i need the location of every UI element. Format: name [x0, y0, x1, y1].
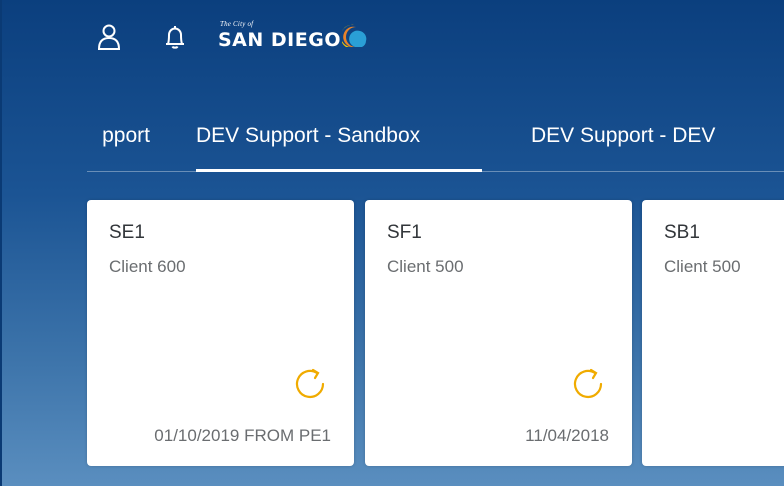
tile-se1[interactable]: SE1 Client 600 01/10/2019 FROM PE1: [87, 200, 354, 466]
tab-dev-support[interactable]: pport: [0, 114, 150, 172]
selected-tab-indicator: [196, 169, 482, 172]
tile-subtitle: Client 500: [387, 257, 464, 276]
tile-title: SB1: [664, 222, 700, 243]
tab-dev-support-sandbox[interactable]: DEV Support - Sandbox: [196, 114, 420, 172]
refresh-icon: [295, 368, 325, 399]
logo-sun-icon: [342, 24, 367, 47]
launchpad-shell: The City of SAN DIEGO pport DEV Support …: [0, 0, 784, 486]
tile-subtitle: Client 500: [664, 257, 741, 276]
logo-wordmark: SAN DIEGO: [218, 29, 341, 51]
bell-icon[interactable]: [163, 24, 187, 50]
refresh-icon: [573, 368, 603, 399]
tile-title: SF1: [387, 222, 422, 243]
tile-sf1[interactable]: SF1 Client 500 11/04/2018: [365, 200, 632, 466]
group-tabs: pport DEV Support - Sandbox DEV Support …: [0, 114, 784, 172]
tile-title: SE1: [109, 222, 145, 243]
tab-dev-support-dev[interactable]: DEV Support - DEV: [531, 114, 715, 172]
tile-footer: 01/10/2019 FROM PE1: [154, 426, 331, 445]
user-icon[interactable]: [97, 24, 121, 50]
tile-footer: 11/04/2018: [525, 426, 609, 445]
tile-subtitle: Client 600: [109, 257, 186, 276]
logo-tagline: The City of: [220, 20, 254, 28]
city-logo[interactable]: The City of SAN DIEGO: [218, 16, 378, 60]
window-edge: [0, 0, 2, 486]
tile-sb1[interactable]: SB1 Client 500 S: [642, 200, 784, 466]
